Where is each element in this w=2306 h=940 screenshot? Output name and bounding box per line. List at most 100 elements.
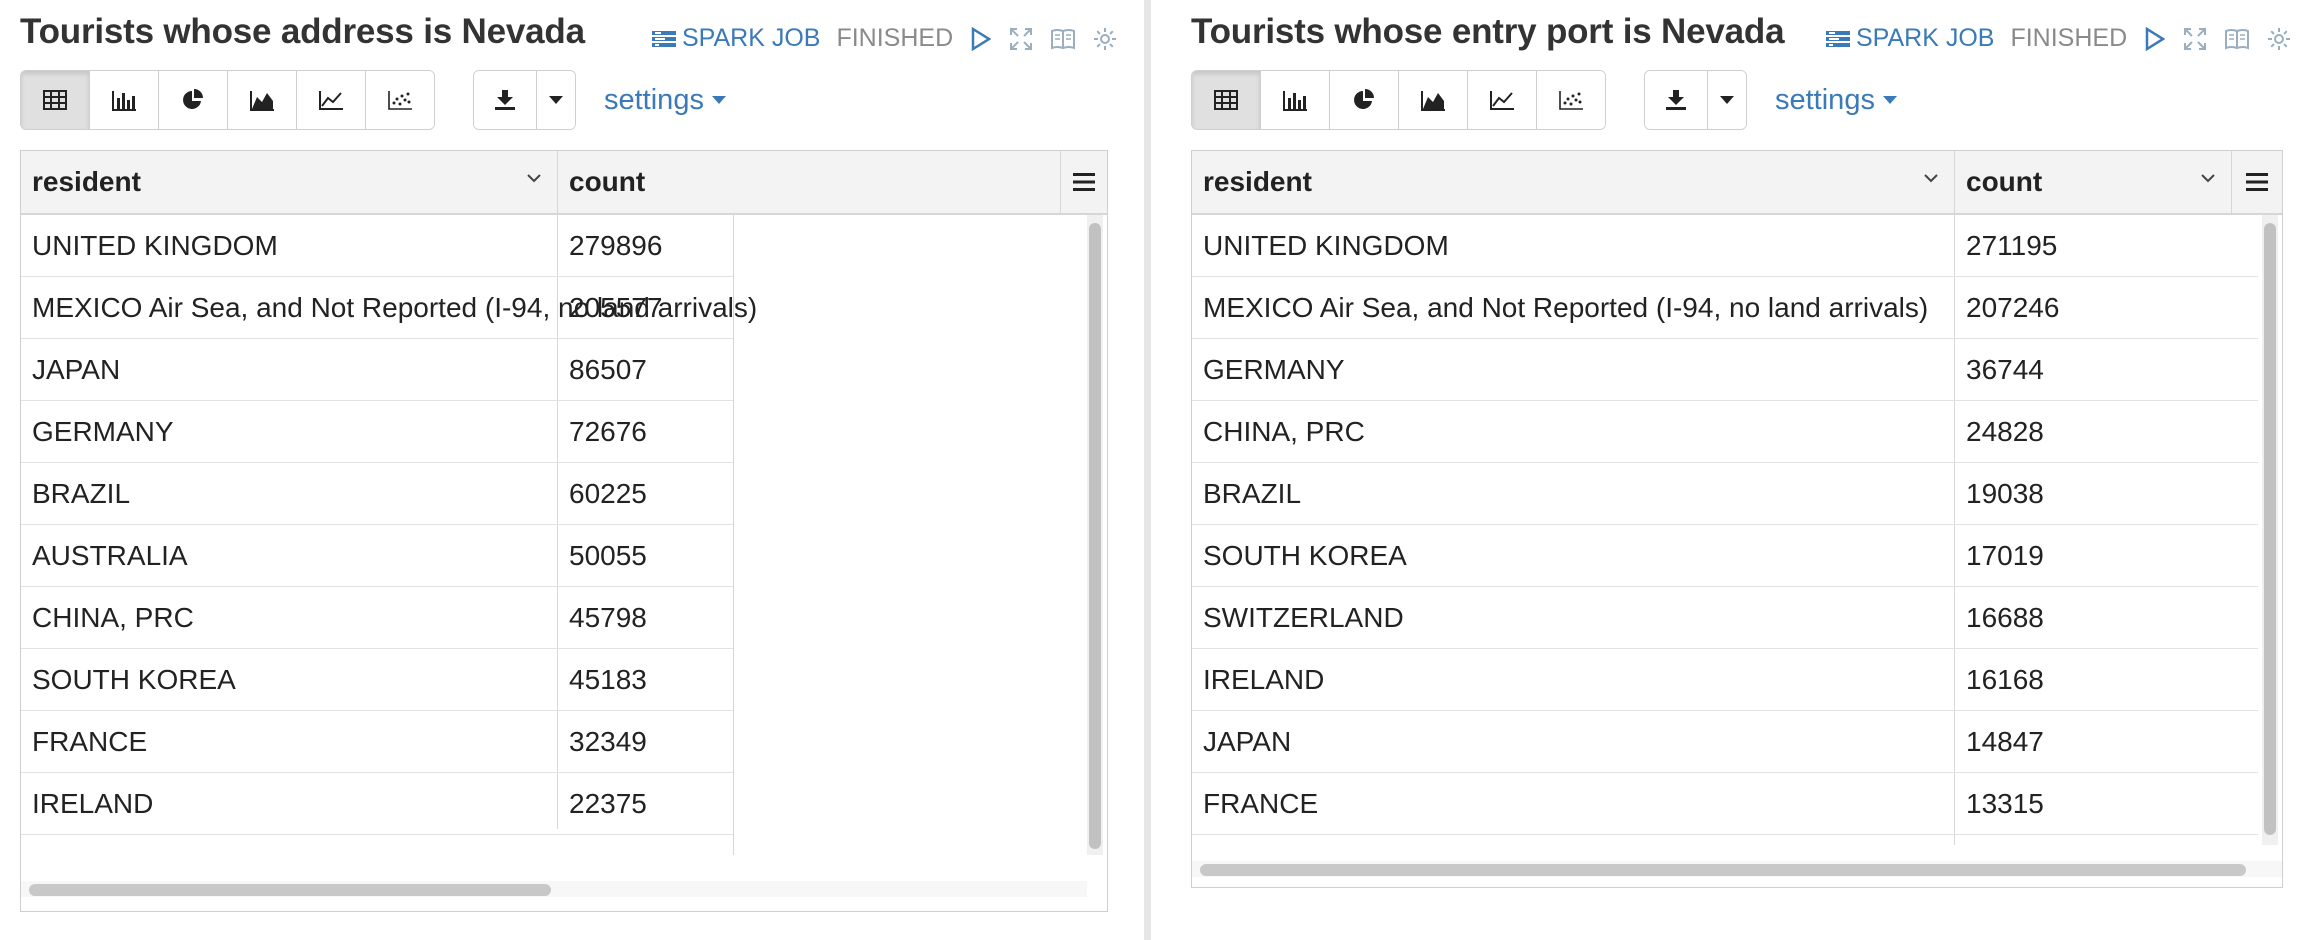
table-row[interactable]: IRELAND 22375 xyxy=(21,773,733,835)
cell-count: 86507 xyxy=(569,353,647,385)
table-row[interactable]: GERMANY 36744 xyxy=(1192,339,2258,401)
pie-chart-button[interactable] xyxy=(1330,71,1399,129)
table-row[interactable]: JAPAN 86507 xyxy=(21,339,733,401)
scatter-chart-button[interactable] xyxy=(1537,71,1605,129)
table-row[interactable]: SOUTH KOREA 17019 xyxy=(1192,525,2258,587)
spark-job-link[interactable]: SPARK JOB xyxy=(652,24,820,53)
horizontal-scrollbar-thumb[interactable] xyxy=(29,884,551,896)
table-row[interactable]: MEXICO Air Sea, and Not Reported (I-94, … xyxy=(21,277,757,339)
pie-chart-button[interactable] xyxy=(159,71,228,129)
area-chart-icon xyxy=(1421,91,1445,111)
line-chart-icon xyxy=(1490,91,1514,110)
download-button[interactable] xyxy=(474,71,537,129)
column-divider xyxy=(1954,151,1955,213)
area-chart-button[interactable] xyxy=(1399,71,1468,129)
cell-resident: MEXICO Air Sea, and Not Reported (I-94, … xyxy=(1203,291,1929,323)
horizontal-scrollbar[interactable] xyxy=(1192,861,2282,877)
vertical-scrollbar-thumb[interactable] xyxy=(1089,223,1101,849)
vertical-scrollbar-thumb[interactable] xyxy=(2264,223,2276,835)
hide-editor-button[interactable] xyxy=(1051,28,1076,50)
view-type-group xyxy=(20,70,435,130)
chevron-down-icon[interactable] xyxy=(527,173,541,183)
paragraph-title[interactable]: Tourists whose entry port is Nevada xyxy=(1191,12,1785,52)
run-button[interactable] xyxy=(2145,26,2166,51)
table-view-button[interactable] xyxy=(21,71,90,129)
table-row[interactable]: BRAZIL 19038 xyxy=(1192,463,2258,525)
table-row[interactable]: MEXICO Air Sea, and Not Reported (I-94, … xyxy=(1192,277,2258,339)
cell-resident: BRAZIL xyxy=(32,477,131,509)
cell-resident: UNITED KINGDOM xyxy=(1203,229,1449,261)
table-row[interactable]: BRAZIL 60225 xyxy=(21,463,733,525)
table-row[interactable]: UNITED KINGDOM 279896 xyxy=(21,215,733,277)
table-icon xyxy=(43,90,67,110)
settings-toggle[interactable]: settings xyxy=(604,84,726,117)
table-row[interactable]: SWITZERLAND 16688 xyxy=(1192,587,2258,649)
hide-editor-button[interactable] xyxy=(2225,28,2250,50)
vertical-scrollbar[interactable] xyxy=(1087,215,1103,855)
job-status-label: FINISHED xyxy=(2010,24,2128,52)
cell-count: 17019 xyxy=(1966,539,2044,571)
line-chart-button[interactable] xyxy=(297,71,366,129)
bar-chart-button[interactable] xyxy=(1261,71,1330,129)
column-divider xyxy=(557,151,558,213)
scatter-chart-icon xyxy=(1559,91,1583,110)
download-dropdown-button[interactable] xyxy=(537,71,575,129)
chevron-down-icon[interactable] xyxy=(1924,173,1938,183)
run-button[interactable] xyxy=(971,26,992,51)
horizontal-scrollbar-thumb[interactable] xyxy=(1200,864,2246,876)
line-chart-icon xyxy=(319,91,343,110)
table-row[interactable]: FRANCE 32349 xyxy=(21,711,733,773)
table-header: resident count xyxy=(21,151,1107,215)
grid-menu-button[interactable] xyxy=(1060,151,1107,213)
column-header-count[interactable]: count xyxy=(558,151,732,213)
download-dropdown-button[interactable] xyxy=(1708,71,1746,129)
table-row[interactable]: SOUTH KOREA 45183 xyxy=(21,649,733,711)
spark-job-link[interactable]: SPARK JOB xyxy=(1826,24,1994,53)
table-row[interactable]: CHINA, PRC 24828 xyxy=(1192,401,2258,463)
download-group xyxy=(473,70,576,130)
scatter-chart-button[interactable] xyxy=(366,71,434,129)
view-type-group xyxy=(1191,70,1606,130)
paragraph-title[interactable]: Tourists whose address is Nevada xyxy=(20,12,585,52)
line-chart-button[interactable] xyxy=(1468,71,1537,129)
cell-count: 279896 xyxy=(569,229,663,261)
bar-chart-button[interactable] xyxy=(90,71,159,129)
vertical-scrollbar[interactable] xyxy=(2262,215,2278,845)
pie-chart-icon xyxy=(183,89,203,109)
cell-resident: SOUTH KOREA xyxy=(32,663,236,695)
column-header-count[interactable]: count xyxy=(1955,151,2231,213)
expand-button[interactable] xyxy=(2183,27,2207,51)
horizontal-scrollbar[interactable] xyxy=(21,881,1087,897)
cell-count: 13315 xyxy=(1966,787,2044,819)
table-row[interactable]: CHINA, PRC 45798 xyxy=(21,587,733,649)
table-body: UNITED KINGDOM 279896 MEXICO Air Sea, and … xyxy=(21,215,757,835)
table-row[interactable]: IRELAND 16168 xyxy=(1192,649,2258,711)
table-row[interactable]: JAPAN 14847 xyxy=(1192,711,2258,773)
paragraph-status-bar: SPARK JOB FINISHED xyxy=(1826,24,2291,53)
column-header-label: resident xyxy=(1203,166,1312,197)
spark-job-icon xyxy=(1826,30,1850,47)
paragraph-settings-button[interactable] xyxy=(1093,27,1117,51)
cell-count: 45183 xyxy=(569,663,647,695)
table-row[interactable]: GERMANY 72676 xyxy=(21,401,733,463)
chevron-down-icon[interactable] xyxy=(2201,173,2215,183)
download-button[interactable] xyxy=(1645,71,1708,129)
caret-down-icon xyxy=(549,96,563,104)
grid-menu-button[interactable] xyxy=(2231,151,2282,213)
cell-resident: UNITED KINGDOM xyxy=(32,229,278,261)
table-view-button[interactable] xyxy=(1192,71,1261,129)
column-header-resident[interactable]: resident xyxy=(21,151,557,213)
cell-count: 207246 xyxy=(1966,291,2060,323)
area-chart-button[interactable] xyxy=(228,71,297,129)
table-row[interactable]: FRANCE 13315 xyxy=(1192,773,2258,835)
paragraph-panel-address: Tourists whose address is Nevada SPARK J… xyxy=(0,0,1140,940)
expand-button[interactable] xyxy=(1009,27,1033,51)
cell-resident: IRELAND xyxy=(1203,663,1325,695)
pie-chart-icon xyxy=(1354,89,1374,109)
table-row[interactable]: AUSTRALIA 50055 xyxy=(21,525,733,587)
paragraph-settings-button[interactable] xyxy=(2267,27,2291,51)
column-header-resident[interactable]: resident xyxy=(1192,151,1954,213)
results-table: resident count UNITED KINGDOM 271195 MEXIC… xyxy=(1191,150,2283,888)
settings-toggle[interactable]: settings xyxy=(1775,84,1897,117)
table-row[interactable]: UNITED KINGDOM 271195 xyxy=(1192,215,2258,277)
